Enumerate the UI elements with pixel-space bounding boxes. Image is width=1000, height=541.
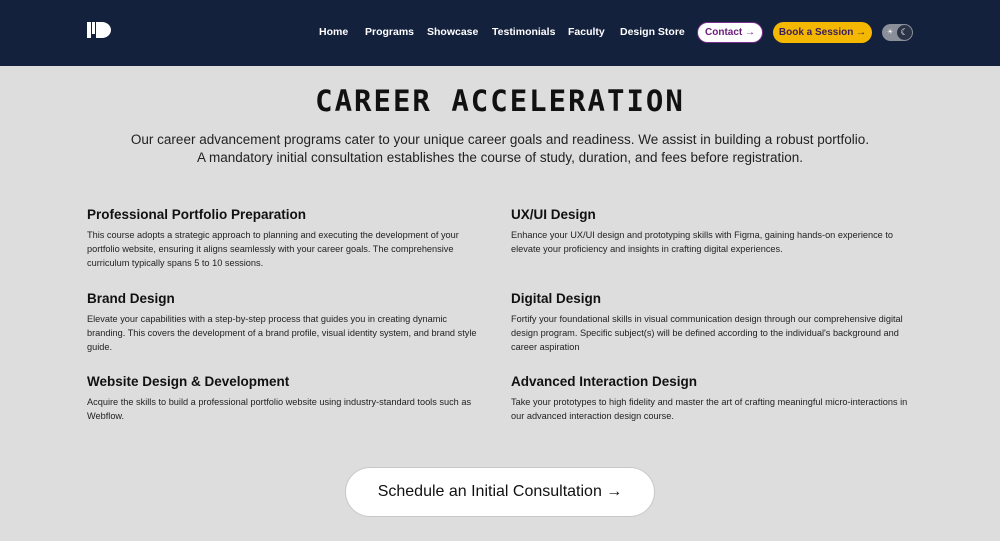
main-nav: Home Programs Showcase Testimonials Facu…: [319, 26, 690, 38]
nav-link-faculty[interactable]: Faculty: [568, 26, 620, 38]
nav-link-design-store[interactable]: Design Store: [620, 26, 690, 38]
course-card-website-design: Website Design & Development Acquire the…: [87, 374, 487, 423]
course-card-interaction-design: Advanced Interaction Design Take your pr…: [511, 374, 911, 423]
course-description: Acquire the skills to build a profession…: [87, 397, 472, 421]
nav-link-showcase[interactable]: Showcase: [427, 26, 492, 38]
course-title: Professional Portfolio Preparation: [87, 207, 307, 222]
intro-text: Our career advancement programs cater to…: [0, 131, 1000, 167]
sun-icon: ☀: [887, 29, 894, 36]
logo-icon[interactable]: [87, 22, 111, 38]
top-navbar: Home Programs Showcase Testimonials Facu…: [0, 0, 1000, 66]
intro-line: Our career advancement programs cater to…: [130, 132, 870, 147]
nav-link-testimonials[interactable]: Testimonials: [492, 26, 568, 38]
intro-line: A mandatory initial consultation establi…: [196, 150, 804, 165]
course-description: This course adopts a strategic approach …: [87, 230, 459, 268]
course-card-brand-design: Brand Design Elevate your capabilities w…: [87, 291, 487, 354]
course-title: Digital Design: [511, 291, 602, 306]
theme-toggle[interactable]: ☀ ☾: [882, 24, 913, 41]
course-description: Take your prototypes to high fidelity an…: [511, 397, 908, 421]
course-title: Brand Design: [87, 291, 175, 306]
course-title: UX/UI Design: [511, 207, 596, 222]
course-title: Advanced Interaction Design: [511, 374, 698, 389]
nav-link-home[interactable]: Home: [319, 26, 365, 38]
page-title: CAREER ACCELERATION: [315, 84, 685, 118]
course-title: Website Design & Development: [87, 374, 290, 389]
course-card-portfolio: Professional Portfolio Preparation This …: [87, 207, 487, 270]
course-description: Fortify your foundational skills in visu…: [511, 314, 903, 352]
course-description: Elevate your capabilities with a step-by…: [87, 314, 477, 352]
schedule-consultation-button[interactable]: Schedule an Initial Consultation →: [345, 467, 655, 517]
course-card-digital-design: Digital Design Fortify your foundational…: [511, 291, 911, 354]
nav-link-programs[interactable]: Programs: [365, 26, 427, 38]
book-session-button[interactable]: Book a Session →: [773, 22, 872, 43]
course-description: Enhance your UX/UI design and prototypin…: [511, 230, 894, 254]
course-card-ux-ui: UX/UI Design Enhance your UX/UI design a…: [511, 207, 911, 256]
contact-button[interactable]: Contact →: [697, 22, 763, 43]
moon-icon: ☾: [897, 25, 912, 40]
